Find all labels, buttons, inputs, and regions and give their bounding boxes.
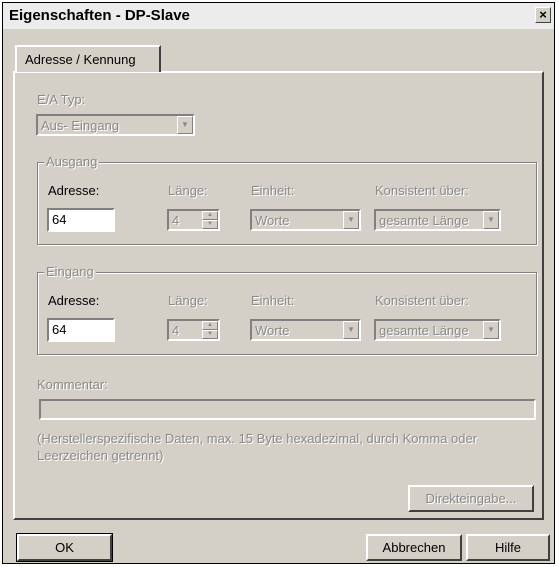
chevron-down-icon: ▼: [483, 211, 499, 229]
chevron-down-icon: ▼: [343, 211, 359, 229]
ausgang-laenge-label: Länge:: [168, 183, 208, 198]
eingang-konsistent-value: gesamte Länge: [379, 323, 469, 338]
ausgang-konsistent-label: Konsistent über:: [375, 183, 469, 198]
ausgang-laenge-value: 4: [172, 213, 180, 228]
eingang-group: Eingang: [37, 264, 537, 355]
ausgang-einheit-value: Worte: [255, 213, 290, 228]
ausgang-adresse-input[interactable]: 64: [47, 208, 115, 232]
spin-arrows-icon: ▲ ▼: [202, 321, 218, 339]
window-title: Eigenschaften - DP-Slave: [9, 7, 190, 24]
abbrechen-button[interactable]: Abbrechen: [366, 534, 462, 561]
eingang-adresse-label: Adresse:: [48, 293, 100, 308]
direkteingabe-button: Direkteingabe...: [408, 485, 534, 512]
eingang-laenge-value: 4: [172, 323, 180, 338]
ea-typ-dropdown: Aus- Eingang ▼: [36, 114, 195, 136]
ok-button[interactable]: OK: [16, 533, 113, 562]
close-icon[interactable]: ×: [535, 7, 551, 23]
ausgang-konsistent-value: gesamte Länge: [379, 213, 469, 228]
ea-typ-label: E/A Typ:: [37, 92, 86, 107]
ausgang-einheit-dropdown: Worte ▼: [250, 209, 361, 231]
chevron-down-icon: ▼: [177, 116, 193, 134]
tab-adresse-kennung[interactable]: Adresse / Kennung: [15, 45, 161, 72]
eingang-laenge-label: Länge:: [168, 293, 208, 308]
chevron-down-icon: ▼: [343, 321, 359, 339]
ea-typ-value: Aus- Eingang: [41, 118, 120, 133]
eingang-einheit-label: Einheit:: [251, 293, 295, 308]
ausgang-group: Ausgang: [37, 154, 537, 245]
eingang-konsistent-label: Konsistent über:: [375, 293, 469, 308]
ausgang-einheit-label: Einheit:: [251, 183, 295, 198]
kommentar-hint: (Herstellerspezifische Daten, max. 15 By…: [37, 431, 478, 463]
properties-dialog: Eigenschaften - DP-Slave × Adresse / Ken…: [2, 2, 555, 564]
chevron-down-icon: ▼: [483, 321, 499, 339]
eingang-laenge-stepper: 4 ▲ ▼: [167, 319, 220, 341]
hilfe-button[interactable]: Hilfe: [466, 534, 550, 561]
kommentar-label: Kommentar:: [37, 377, 108, 392]
ausgang-laenge-stepper: 4 ▲ ▼: [167, 209, 220, 231]
ausgang-konsistent-dropdown: gesamte Länge ▼: [374, 209, 501, 231]
title-bar[interactable]: Eigenschaften - DP-Slave ×: [3, 3, 554, 29]
eingang-konsistent-dropdown: gesamte Länge ▼: [374, 319, 501, 341]
spin-arrows-icon: ▲ ▼: [202, 211, 218, 229]
ausgang-legend: Ausgang: [44, 154, 100, 169]
eingang-legend: Eingang: [44, 264, 96, 279]
eingang-einheit-dropdown: Worte ▼: [250, 319, 361, 341]
eingang-einheit-value: Worte: [255, 323, 290, 338]
ausgang-adresse-label: Adresse:: [48, 183, 100, 198]
kommentar-input: [39, 399, 536, 420]
eingang-adresse-input[interactable]: 64: [47, 318, 115, 342]
